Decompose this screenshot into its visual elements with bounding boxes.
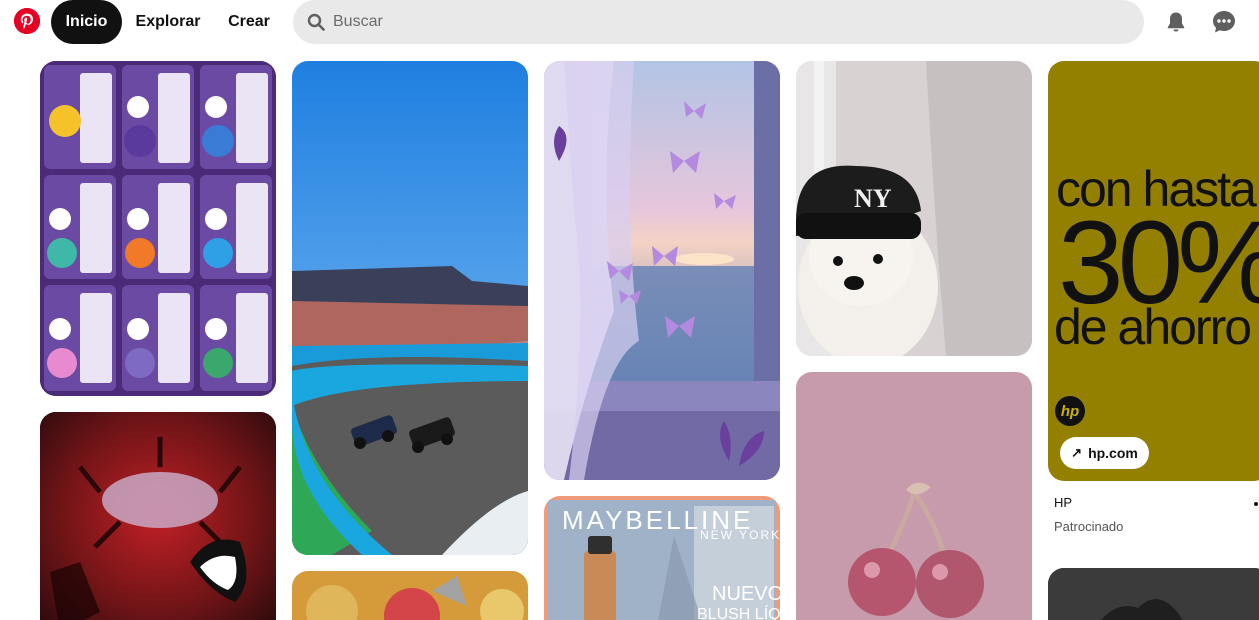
pin-image xyxy=(40,61,276,396)
pin-glitter-cherries[interactable] xyxy=(796,372,1032,620)
pin-image xyxy=(292,571,528,620)
pin-butterfly-window[interactable] xyxy=(544,61,780,480)
svg-text:NY: NY xyxy=(854,184,892,213)
ad-link-label: hp.com xyxy=(1088,445,1138,461)
maybelline-subbrand-text: NEW YORK xyxy=(700,528,782,542)
pin-image xyxy=(292,61,528,555)
hp-logo-icon: hp xyxy=(1055,396,1085,426)
bell-icon xyxy=(1167,12,1185,32)
ad-link-chip[interactable]: ↗ hp.com xyxy=(1060,437,1149,469)
external-link-arrow-icon: ↗ xyxy=(1071,445,1083,460)
ad-headline-line3: de ahorro xyxy=(1054,299,1252,355)
maybelline-nuevo-text: NUEVO xyxy=(712,583,784,605)
pin-crochet-toys[interactable] xyxy=(292,571,528,620)
nav-home-tab[interactable]: Inicio xyxy=(51,0,122,44)
pin-spiderman-room[interactable] xyxy=(40,412,276,620)
ad-advertiser-name[interactable]: HP xyxy=(1054,495,1072,510)
search-icon xyxy=(307,13,325,31)
pin-dog-beanie[interactable]: NY xyxy=(796,61,1032,356)
pin-image xyxy=(796,372,1032,620)
top-header: Inicio Explorar Crear xyxy=(0,0,1259,46)
pin-image xyxy=(544,61,780,480)
pin-dark-item[interactable] xyxy=(1048,568,1259,620)
pin-f1-race[interactable] xyxy=(292,61,528,555)
nav-create-tab[interactable]: Crear xyxy=(216,0,282,44)
messages-button[interactable] xyxy=(1209,7,1239,37)
pin-image xyxy=(40,412,276,620)
pinterest-logo-icon[interactable] xyxy=(14,8,40,34)
pin-multiplication-tables[interactable] xyxy=(40,61,276,396)
pin-image xyxy=(1048,568,1259,620)
chat-bubble-icon xyxy=(1213,11,1235,33)
search-bar[interactable] xyxy=(293,0,1144,44)
nav-explore-tab[interactable]: Explorar xyxy=(126,0,210,44)
search-input[interactable] xyxy=(333,13,1113,31)
notifications-button[interactable] xyxy=(1161,7,1191,37)
ad-sponsored-label: Patrocinado xyxy=(1054,519,1124,534)
pin-image: NY xyxy=(796,61,1032,356)
more-options-icon[interactable] xyxy=(1254,502,1258,506)
